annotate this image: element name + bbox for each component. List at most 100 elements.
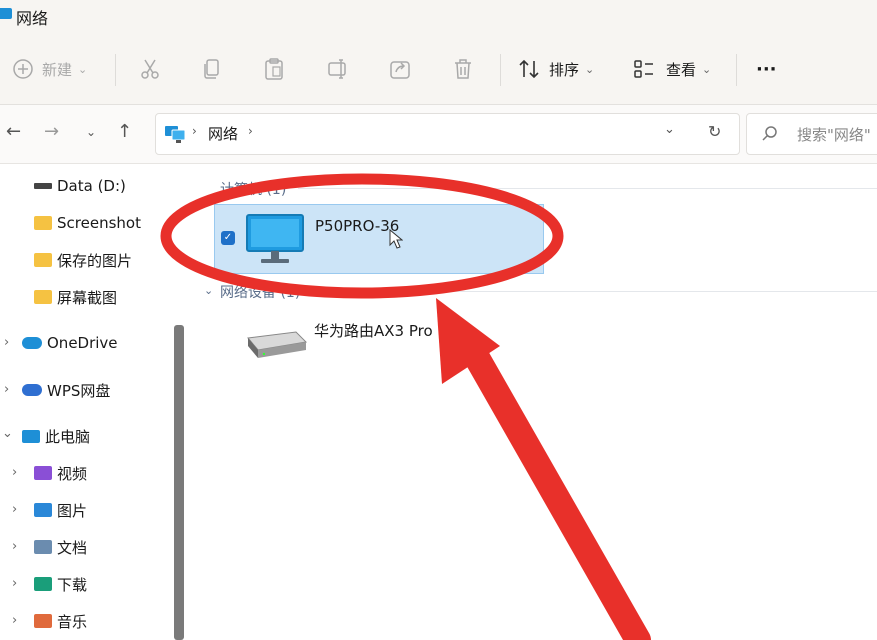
sidebar-item-label: 保存的图片: [57, 251, 133, 270]
cloud-icon: [22, 384, 42, 396]
sidebar-item-documents[interactable]: 文档: [34, 535, 87, 559]
document-icon: [34, 540, 52, 554]
sidebar-scrollbar[interactable]: [174, 325, 184, 640]
selection-checkbox[interactable]: ✓: [221, 231, 235, 245]
sidebar-item-screen-captures[interactable]: 屏幕截图: [34, 285, 117, 309]
download-icon: [34, 577, 52, 591]
address-bar[interactable]: › 网络 › ⌄ ↻: [155, 113, 740, 155]
folder-icon: [34, 253, 52, 267]
view-icon: [634, 60, 653, 78]
item-name: 华为路由AX3 Pro: [314, 322, 433, 340]
sidebar-item-label: OneDrive: [47, 334, 118, 352]
copy-button[interactable]: [200, 52, 224, 86]
chevron-down-icon: ⌄: [78, 62, 88, 76]
share-button[interactable]: [388, 52, 412, 86]
chevron-right-icon[interactable]: ›: [4, 335, 9, 350]
network-icon: [165, 126, 186, 143]
navigation-pane: Data (D:) Screenshot 保存的图片 屏幕截图 › OneDri…: [0, 164, 190, 640]
sidebar-item-wps-drive[interactable]: WPS网盘: [22, 378, 110, 402]
new-button[interactable]: 新建 ⌄: [12, 52, 87, 86]
share-icon: [390, 61, 410, 79]
trash-icon: [455, 59, 471, 79]
sidebar-item-downloads[interactable]: 下载: [34, 572, 87, 596]
folder-icon: [34, 290, 52, 304]
breadcrumb-separator-icon: ›: [248, 124, 253, 138]
router-icon: [247, 331, 308, 358]
refresh-icon[interactable]: ↻: [708, 122, 721, 141]
group-header-network-devices[interactable]: 网络设备 (1): [220, 282, 300, 302]
breadcrumb-separator-icon: ›: [192, 124, 197, 138]
chevron-right-icon[interactable]: ›: [12, 576, 17, 591]
forward-arrow-icon[interactable]: →: [44, 121, 59, 142]
chevron-right-icon[interactable]: ›: [12, 502, 17, 517]
sidebar-item-label: 音乐: [57, 612, 88, 631]
sidebar-item-label: 图片: [57, 501, 88, 520]
recent-chevron-icon[interactable]: ⌄: [86, 125, 96, 139]
chevron-down-icon: ⌄: [585, 62, 595, 76]
network-item-huawei-router[interactable]: 华为路由AX3 Pro: [214, 304, 514, 374]
sidebar-item-screenshot[interactable]: Screenshot: [34, 211, 141, 235]
sidebar-item-label: Screenshot: [57, 214, 141, 232]
scissors-icon: [141, 59, 159, 79]
plus-circle-icon: [13, 59, 33, 79]
paste-button[interactable]: [262, 52, 286, 86]
chevron-down-icon[interactable]: ⌄: [2, 426, 13, 441]
view-label: 查看: [666, 60, 697, 79]
more-options-button[interactable]: ···: [756, 52, 777, 86]
breadcrumb-network[interactable]: 网络: [208, 123, 238, 144]
network-icon: [0, 8, 12, 19]
cut-button[interactable]: [138, 52, 162, 86]
sidebar-item-music[interactable]: 音乐: [34, 609, 87, 633]
divider: [500, 54, 501, 86]
sort-icon: [519, 59, 539, 79]
sort-button[interactable]: 排序 ⌄: [517, 52, 594, 86]
sidebar-item-label: 此电脑: [45, 427, 91, 446]
chevron-right-icon[interactable]: ›: [4, 382, 9, 397]
chevron-down-icon[interactable]: ⌄: [204, 284, 213, 297]
rename-icon: [328, 59, 346, 79]
sidebar-item-saved-pictures[interactable]: 保存的图片: [34, 248, 132, 272]
group-header-computers[interactable]: 计算机 (1): [220, 179, 286, 199]
cloud-icon: [22, 337, 42, 349]
video-icon: [34, 466, 52, 480]
mouse-cursor-icon: [389, 229, 403, 249]
command-bar: 新建 ⌄ 排序 ⌄ 查看 ⌄ ···: [0, 34, 877, 105]
file-list: 计算机 (1) ✓ P50PRO-36 ⌄ 网络设备 (1) 华为路由AX3 P…: [190, 164, 877, 640]
rename-button[interactable]: [326, 52, 350, 86]
back-arrow-icon[interactable]: ←: [6, 121, 21, 142]
navigation-bar: ← → ⌄ ↑ › 网络 › ⌄ ↻ 搜索"网络": [0, 105, 877, 164]
sidebar-item-label: 屏幕截图: [57, 288, 118, 307]
view-button[interactable]: 查看 ⌄: [632, 52, 711, 86]
item-name: P50PRO-36: [315, 217, 400, 235]
sidebar-item-this-pc[interactable]: 此电脑: [22, 424, 90, 448]
sidebar-item-label: 下载: [57, 575, 88, 594]
up-arrow-icon[interactable]: ↑: [117, 121, 132, 142]
sidebar-item-pictures[interactable]: 图片: [34, 498, 87, 522]
delete-button[interactable]: [451, 52, 475, 86]
sidebar-item-onedrive[interactable]: OneDrive: [22, 331, 118, 355]
chevron-right-icon[interactable]: ›: [12, 465, 17, 480]
sidebar-item-label: Data (D:): [57, 177, 126, 195]
window-title: 网络: [16, 9, 49, 28]
search-icon: [762, 126, 777, 141]
divider: [115, 54, 116, 86]
sidebar-item-videos[interactable]: 视频: [34, 461, 87, 485]
group-divider: [320, 291, 877, 292]
copy-icon: [204, 59, 219, 79]
sort-label: 排序: [549, 60, 580, 79]
clipboard-icon: [265, 58, 283, 80]
search-box[interactable]: 搜索"网络": [746, 113, 877, 155]
address-dropdown-icon[interactable]: ⌄: [664, 122, 675, 137]
search-placeholder: 搜索"网络": [797, 126, 871, 144]
chevron-right-icon[interactable]: ›: [12, 613, 17, 628]
chevron-right-icon[interactable]: ›: [12, 539, 17, 554]
picture-icon: [34, 503, 52, 517]
title-bar: 网络: [0, 0, 877, 34]
sidebar-item-label: WPS网盘: [47, 381, 111, 400]
sidebar-item-data-drive[interactable]: Data (D:): [34, 174, 126, 198]
computer-icon: [246, 214, 304, 263]
folder-icon: [34, 216, 52, 230]
drive-icon: [34, 183, 52, 189]
sidebar-item-label: 视频: [57, 464, 88, 483]
network-item-p50pro-36[interactable]: ✓ P50PRO-36: [214, 204, 544, 274]
